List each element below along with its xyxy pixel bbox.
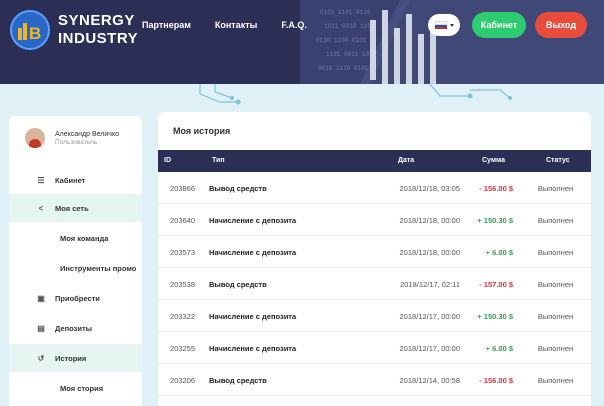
cell-sum: + 6.00 $: [485, 344, 513, 353]
sidebar-item-promo-tools[interactable]: Инструменты промо: [9, 254, 142, 282]
sidebar-item-network[interactable]: < Моя сеть: [9, 194, 142, 222]
sidebar-item-label: Депозиты: [55, 323, 93, 333]
nav-contacts[interactable]: Контакты: [215, 20, 257, 30]
svg-text:0101 1101 0110: 0101 1101 0110: [320, 9, 371, 16]
brand-logo[interactable]: B SYNERGY INDUSTRY: [8, 8, 138, 52]
cabinet-button[interactable]: Кабинет: [472, 12, 526, 38]
page-title: Моя история: [173, 126, 231, 136]
cell-sum: - 156.00 $: [479, 184, 513, 193]
table-row[interactable]: 203538 Вывод средств 2018/12/17, 02:11 - 15…: [158, 268, 591, 300]
cell-sum: + 150.30 $: [477, 312, 513, 321]
cell-id: 203206: [170, 376, 196, 385]
table-row[interactable]: 203206 Вывод средств 2018/12/14, 00:58 - 15…: [158, 364, 591, 396]
cell-date: 2018/12/14, 00:58: [399, 376, 460, 385]
sidebar-item-label: Приобрести: [55, 293, 100, 303]
sidebar-item-history[interactable]: ↺ История: [9, 344, 142, 372]
share-icon: <: [38, 203, 44, 213]
cell-status: Выполнен: [537, 216, 574, 225]
cell-status: Выполнен: [537, 280, 574, 289]
cell-type: Начисление с депозита: [209, 216, 297, 225]
table-row[interactable]: 203255 Начисление с депозита 2018/12/17, 0…: [158, 332, 591, 364]
cell-date: 2018/12/18, 00:00: [399, 216, 460, 225]
cell-status: Выполнен: [537, 184, 574, 193]
cell-status: Выполнен: [537, 248, 574, 257]
svg-text:1011 0010 1101: 1011 0010 1101: [324, 23, 375, 30]
cell-type: Начисление с депозита: [209, 312, 297, 321]
sidebar-item-label: Инструменты промо: [60, 263, 137, 273]
sidebar-item-label: Моя сеть: [55, 203, 89, 213]
table-row[interactable]: 203866 Вывод средств 2018/12/18, 03:05 - 15…: [158, 172, 591, 204]
nav-partners[interactable]: Партнерам: [142, 20, 191, 30]
cell-sum: + 150.30 $: [477, 216, 513, 225]
table-row[interactable]: 203322 Начисление с депозита 2018/12/17, 0…: [158, 300, 591, 332]
history-card: Моя история ID Тип Дата Сумма Статус 203…: [158, 112, 591, 406]
top-nav: Партнерам Контакты F.A.Q.: [142, 20, 307, 30]
svg-text:1101 0011 1010: 1101 0011 1010: [326, 51, 377, 58]
table-row[interactable]: 203573 Начисление с депозита 2018/12/18, 0…: [158, 236, 591, 268]
column-header-type: Тип: [212, 157, 225, 164]
cell-id: 203866: [170, 184, 196, 193]
brand-name: SYNERGY INDUSTRY: [58, 12, 138, 48]
cell-status: Выполнен: [537, 344, 574, 353]
nav-faq[interactable]: F.A.Q.: [281, 20, 307, 30]
history-icon: ↺: [37, 353, 45, 363]
russia-flag-icon: [434, 21, 447, 29]
header: 0101 1101 0110 1011 0010 1101 0110 1100 …: [0, 0, 604, 84]
user-name: Александр Величко: [55, 130, 119, 138]
chevron-down-icon: [449, 23, 454, 27]
sidebar-item-label: Моя команда: [60, 233, 109, 243]
user-role: Пользователь: [55, 138, 98, 146]
bitcoin-logo-icon: B: [10, 10, 50, 50]
brand-line2: INDUSTRY: [58, 30, 139, 47]
sidebar-item-label: Моя стория: [60, 383, 104, 393]
avatar: [25, 128, 45, 148]
column-header-date: Дата: [398, 157, 415, 164]
cell-date: 2018/12/18, 03:05: [399, 184, 460, 193]
cell-sum: + 6.00 $: [485, 248, 513, 257]
cell-date: 2018/12/17, 00:00: [399, 312, 460, 321]
cell-sum: - 157.00 $: [479, 280, 513, 289]
sidebar-item-purchase[interactable]: ▣ Приобрести: [9, 284, 142, 312]
cell-status: Выполнен: [537, 376, 574, 385]
cell-type: Вывод средств: [209, 376, 267, 385]
box-icon: ▤: [37, 323, 45, 333]
cell-id: 203322: [170, 312, 196, 321]
svg-text:0110 1100 0101: 0110 1100 0101: [316, 37, 367, 44]
table-header: ID Тип Дата Сумма Статус: [158, 150, 591, 172]
brand-line1: SYNERGY: [58, 12, 135, 29]
sidebar-item-label: История: [55, 353, 87, 363]
sidebar-item-my-history[interactable]: Моя стория: [9, 374, 142, 402]
column-header-sum: Сумма: [482, 157, 506, 164]
column-header-id: ID: [164, 157, 171, 164]
sidebar-item-label: Кабинет: [55, 175, 86, 185]
cell-date: 2018/12/17, 00:00: [399, 344, 460, 353]
sidebar-item-cabinet[interactable]: ☰ Кабинет: [9, 166, 142, 194]
column-header-status: Статус: [546, 157, 570, 164]
cell-id: 203573: [170, 248, 196, 257]
sidebar-item-deposits[interactable]: ▤ Депозиты: [9, 314, 142, 342]
sidebar: Александр Величко Пользователь ☰ Кабинет…: [9, 116, 142, 406]
svg-text:0010 1110 0101: 0010 1110 0101: [318, 65, 369, 72]
table-row[interactable]: 203640 Начисление с депозита 2018/12/18, 0…: [158, 204, 591, 236]
sidebar-item-my-team[interactable]: Моя команда: [9, 224, 142, 252]
exit-button[interactable]: Выход: [535, 12, 587, 38]
cell-id: 203255: [170, 344, 196, 353]
cell-type: Вывод средств: [209, 184, 267, 193]
list-icon: ☰: [37, 175, 45, 185]
cell-date: 2018/12/18, 00:00: [399, 248, 460, 257]
language-selector[interactable]: [428, 14, 460, 36]
cell-type: Вывод средств: [209, 280, 267, 289]
cell-id: 203640: [170, 216, 196, 225]
cart-icon: ▣: [37, 293, 45, 303]
cell-type: Начисление с депозита: [209, 248, 297, 257]
cell-type: Начисление с депозита: [209, 344, 297, 353]
cell-id: 203538: [170, 280, 196, 289]
cell-status: Выполнен: [537, 312, 574, 321]
svg-text:B: B: [29, 24, 41, 43]
cell-date: 2018/12/17, 02:11: [400, 280, 460, 289]
user-profile[interactable]: Александр Величко Пользователь: [25, 128, 119, 148]
cell-sum: - 156.00 $: [479, 376, 513, 385]
